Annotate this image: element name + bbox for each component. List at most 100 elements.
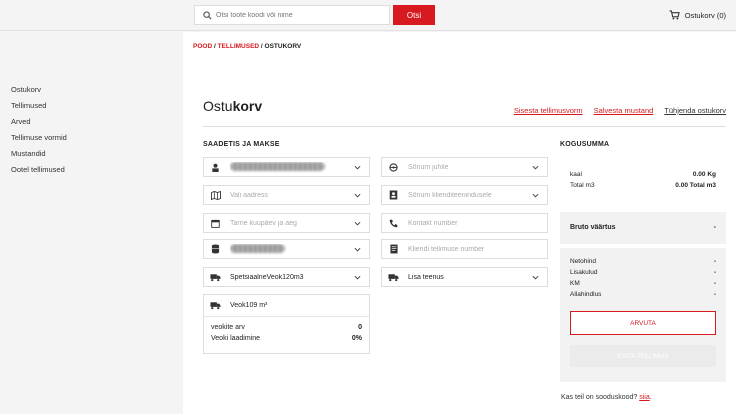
cart-icon — [669, 10, 680, 20]
save-draft-link[interactable]: Salvesta mustand — [594, 106, 654, 115]
breadcrumb-tellimused[interactable]: TELLIMUSED — [218, 43, 260, 50]
sidebar-item-mustandid[interactable]: Mustandid — [0, 146, 183, 162]
search-input[interactable] — [216, 11, 376, 19]
cart-link[interactable]: Ostukorv (0) — [669, 10, 726, 20]
chevron-down-icon — [532, 193, 539, 198]
volume-label: Total m3 — [570, 182, 595, 189]
delivery-date-placeholder: Tarne kuupäev ja aeg — [230, 219, 297, 227]
discount-value: - — [713, 291, 716, 298]
main-content: POOD / TELLIMUSED / OSTUKORV Ostukorv Si… — [183, 32, 736, 414]
price-row: Allahindlus - — [570, 289, 716, 300]
breadcrumb-current: OSTUKORV — [264, 43, 302, 50]
volume-value: 0.00 Total m3 — [675, 182, 716, 189]
empty-cart-link[interactable]: Tühjenda ostukorv — [664, 106, 726, 115]
weight-label: kaal — [570, 171, 582, 178]
contact-number-input[interactable]: Kontakt number — [381, 213, 548, 233]
extra-costs-label: Lisakulud — [570, 269, 598, 276]
submit-order-button[interactable]: ESITA TELLIMUS — [570, 345, 716, 367]
search-button[interactable]: Otsi — [393, 5, 435, 25]
promo-code-text: Kas teil on sooduskood? siia. — [561, 394, 652, 401]
total-row: kaal 0.00 Kg — [570, 169, 716, 180]
enter-order-form-link[interactable]: Sisesta tellimusvorm — [514, 106, 583, 115]
sidebar-item-tellimuse-vormid[interactable]: Tellimuse vormid — [0, 130, 183, 146]
chevron-down-icon — [354, 247, 361, 252]
divider — [203, 126, 726, 127]
coins-icon — [210, 244, 221, 255]
add-service-label: Lisa teenus — [408, 273, 444, 281]
customer-order-number-placeholder: Kliendi tellimuse number — [408, 245, 485, 253]
price-row: Lisakulud - — [570, 267, 716, 278]
vehicle-count-value: 0 — [358, 324, 362, 331]
page-title-light: Ostu — [203, 98, 233, 114]
calendar-icon — [210, 218, 221, 229]
customer-service-message-select[interactable]: Sõnum klienditeenindusele — [381, 185, 548, 205]
cart-label: Ostukorv (0) — [684, 10, 726, 20]
price-row: KM - — [570, 278, 716, 289]
sidebar-item-ostukorv[interactable]: Ostukorv — [0, 82, 183, 98]
sidebar-item-tellimused[interactable]: Tellimused — [0, 98, 183, 114]
truck-icon — [388, 272, 399, 283]
breadcrumb: POOD / TELLIMUSED / OSTUKORV — [193, 43, 301, 50]
page-title-bold: korv — [232, 98, 263, 114]
total-row: Total m3 0.00 Total m3 — [570, 180, 716, 191]
address-placeholder: Vali aadress — [230, 191, 269, 199]
sidebar-item-arved[interactable]: Arved — [0, 114, 183, 130]
chevron-down-icon — [354, 275, 361, 280]
promo-question: Kas teil on sooduskood? — [561, 394, 640, 401]
vehicle-name: Veok109 m³ — [230, 302, 268, 309]
vehicle-summary-box: Veok109 m³ veokite arv 0 Veoki laadimine 0… — [203, 294, 370, 354]
gross-value-header: Bruto väärtus - — [570, 224, 716, 231]
steering-wheel-icon — [388, 162, 399, 173]
shipment-section-title: SAADETIS JA MAKSE — [203, 141, 280, 148]
divider — [560, 244, 726, 248]
vehicle-count-label: veokite arv — [211, 324, 245, 331]
vat-label: KM — [570, 280, 580, 287]
address-select[interactable]: Vali aadress — [203, 185, 370, 205]
vehicle-load-value: 0% — [351, 335, 362, 342]
discount-label: Allahindlus — [570, 291, 602, 298]
promo-code-link[interactable]: siia — [639, 394, 650, 401]
net-price-label: Netohind — [570, 258, 597, 265]
vat-value: - — [713, 280, 716, 287]
vehicle-type-value: SpetsiaalneVeok120m3 — [230, 273, 304, 281]
promo-end: . — [649, 394, 652, 401]
chevron-down-icon — [354, 193, 361, 198]
sidebar: Ostukorv Tellimused Arved Tellimuse vorm… — [0, 32, 183, 414]
breadcrumb-pood[interactable]: POOD — [193, 43, 212, 50]
sidebar-item-ootel-tellimused[interactable]: Ootel tellimused — [0, 162, 183, 178]
chevron-down-icon — [532, 165, 539, 170]
vehicle-type-select[interactable]: SpetsiaalneVeok120m3 — [203, 267, 370, 287]
vehicle-row: Veoki laadimine 0% — [204, 333, 369, 344]
customer-order-number-input[interactable]: Kliendi tellimuse number — [381, 239, 548, 259]
map-icon — [210, 190, 221, 201]
vehicle-row: veokite arv 0 — [204, 322, 369, 333]
customer-service-message-placeholder: Sõnum klienditeenindusele — [408, 191, 492, 199]
payment-select[interactable] — [203, 239, 370, 259]
gross-value-value: - — [713, 224, 716, 231]
gross-value-label: Bruto väärtus — [570, 224, 616, 231]
price-breakdown: Netohind - Lisakulud - KM - Allahindlus - — [570, 256, 716, 300]
vehicle-load-label: Veoki laadimine — [211, 335, 261, 342]
phone-icon — [388, 218, 399, 229]
price-row: Netohind - — [570, 256, 716, 267]
delivery-date-select[interactable]: Tarne kuupäev ja aeg — [203, 213, 370, 233]
search-box[interactable] — [194, 5, 390, 25]
add-service-select[interactable]: Lisa teenus — [381, 267, 548, 287]
truck-icon — [210, 300, 221, 311]
truck-icon — [210, 272, 221, 283]
id-card-icon — [388, 190, 399, 201]
total-summary: kaal 0.00 Kg Total m3 0.00 Total m3 — [570, 169, 716, 191]
gross-value-panel: Bruto väärtus - Netohind - Lisakulud - KM - … — [560, 212, 726, 382]
calculate-button[interactable]: ARVUTA — [570, 311, 716, 335]
chevron-down-icon — [532, 275, 539, 280]
vehicle-header: Veok109 m³ — [204, 295, 369, 317]
total-section-title: KOGUSUMMA — [560, 141, 610, 148]
search-icon — [203, 10, 212, 20]
document-icon — [388, 244, 399, 255]
customer-value — [230, 161, 354, 173]
customer-select[interactable] — [203, 157, 370, 177]
driver-message-select[interactable]: Sõnum juhile — [381, 157, 548, 177]
page-title: Ostukorv — [203, 98, 262, 114]
weight-value: 0.00 Kg — [692, 171, 716, 178]
chevron-down-icon — [354, 165, 361, 170]
